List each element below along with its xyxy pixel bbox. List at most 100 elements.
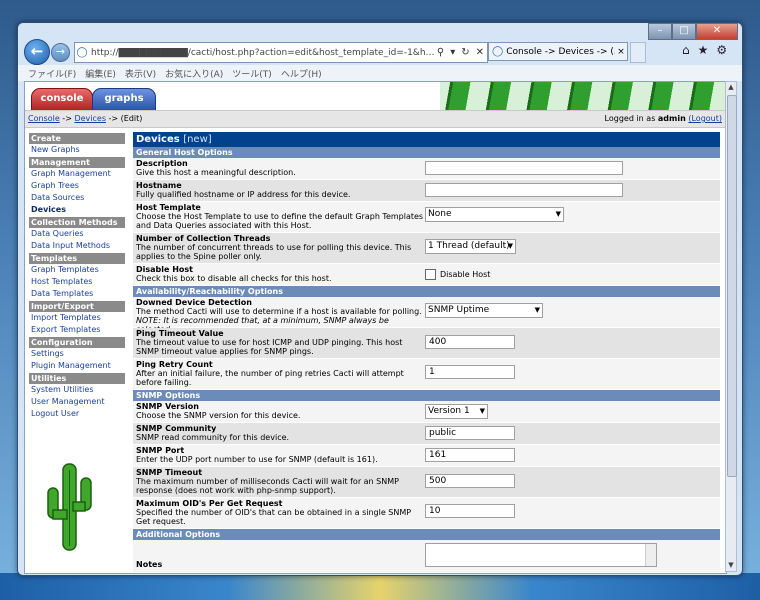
- snmp-timeout-label: SNMP Timeout: [136, 468, 203, 477]
- snmp-version-label: SNMP Version: [136, 402, 199, 411]
- nav-new-graphs[interactable]: New Graphs: [29, 144, 125, 156]
- snmp-port-label: SNMP Port: [136, 446, 185, 455]
- nav-data-queries[interactable]: Data Queries: [29, 228, 125, 240]
- favorites-star-icon[interactable]: ★: [698, 43, 709, 57]
- address-text[interactable]: http://██████████/cacti/host.php?action=…: [89, 48, 434, 58]
- notes-textarea[interactable]: [425, 543, 657, 567]
- browser-window: – □ ✕ ← → ◯ http://██████████/cacti/host…: [17, 22, 743, 576]
- search-icon[interactable]: ⚲: [434, 47, 447, 58]
- tab-close-icon[interactable]: ×: [615, 47, 627, 57]
- nav-graph-trees[interactable]: Graph Trees: [29, 180, 125, 192]
- hostname-input[interactable]: [425, 183, 623, 197]
- max-oids-input[interactable]: 10: [425, 504, 515, 518]
- device-form: Devices [new] General Host Options Descr…: [133, 132, 720, 573]
- downed-detection-select[interactable]: SNMP Uptime ▼: [425, 303, 543, 318]
- notes-scrollbar[interactable]: [645, 544, 656, 566]
- breadcrumb: Console -> Devices -> (Edit) Logged in a…: [25, 110, 726, 128]
- breadcrumb-console[interactable]: Console: [28, 114, 60, 123]
- menu-help[interactable]: ヘルプ(H): [281, 67, 322, 80]
- gear-icon[interactable]: ⚙: [716, 43, 727, 57]
- host-template-select[interactable]: None ▼: [425, 207, 564, 222]
- max-oids-label: Maximum OID's Per Get Request: [136, 499, 283, 508]
- nav-logout-user[interactable]: Logout User: [29, 408, 125, 420]
- browser-tab[interactable]: ◯ Console -> Devices -> (... ×: [488, 42, 628, 61]
- nav-user-management[interactable]: User Management: [29, 396, 125, 408]
- scroll-down-icon[interactable]: ▼: [726, 560, 736, 571]
- menu-file[interactable]: ファイル(F): [28, 67, 76, 80]
- page-scrollbar[interactable]: ▲ ▼: [725, 81, 737, 572]
- logout-link[interactable]: (Logout): [688, 114, 722, 123]
- nav-header-import-export: Import/Export: [29, 301, 125, 312]
- scroll-thumb[interactable]: [727, 95, 737, 477]
- new-tab-button[interactable]: [630, 42, 646, 63]
- refresh-icon[interactable]: ↻: [458, 47, 472, 58]
- nav-export-templates[interactable]: Export Templates: [29, 324, 125, 336]
- chevron-down-icon: ▼: [534, 306, 540, 314]
- threads-select[interactable]: 1 Thread (default) ▼: [425, 239, 516, 254]
- max-oids-help: Specified the number of OID's that can b…: [136, 508, 412, 526]
- login-user: admin: [657, 114, 686, 123]
- nav-system-utilities[interactable]: System Utilities: [29, 384, 125, 396]
- hostname-help: Fully qualified hostname or IP address f…: [136, 190, 351, 199]
- nav-header-utilities: Utilities: [29, 373, 125, 384]
- nav-data-input-methods[interactable]: Data Input Methods: [29, 240, 125, 252]
- snmp-community-label: SNMP Community: [136, 424, 217, 433]
- ping-timeout-input[interactable]: 400: [425, 335, 515, 349]
- nav-host-templates[interactable]: Host Templates: [29, 276, 125, 288]
- tab-console[interactable]: console: [31, 88, 93, 112]
- menu-tools[interactable]: ツール(T): [232, 67, 272, 80]
- back-button[interactable]: ←: [24, 39, 50, 65]
- row-max-oids: Maximum OID's Per Get Request Specified t…: [133, 498, 720, 529]
- nav-devices[interactable]: Devices: [29, 204, 125, 216]
- downed-detection-label: Downed Device Detection: [136, 298, 252, 307]
- disable-host-checkbox[interactable]: [425, 269, 436, 280]
- stop-icon[interactable]: ✕: [473, 47, 487, 58]
- nav-data-sources[interactable]: Data Sources: [29, 192, 125, 204]
- forward-button[interactable]: →: [51, 43, 70, 62]
- disable-host-checkbox-label: Disable Host: [440, 270, 491, 279]
- snmp-port-input[interactable]: 161: [425, 448, 515, 462]
- menu-edit[interactable]: 編集(E): [85, 67, 116, 80]
- nav-plugin-management[interactable]: Plugin Management: [29, 360, 125, 372]
- ping-timeout-label: Ping Timeout Value: [136, 329, 224, 338]
- snmp-timeout-help: The maximum number of milliseconds Cacti…: [136, 477, 399, 495]
- row-snmp-timeout: SNMP Timeout The maximum number of millis…: [133, 467, 720, 498]
- nav-graph-templates[interactable]: Graph Templates: [29, 264, 125, 276]
- tab-page-icon: ◯: [492, 46, 504, 57]
- host-template-help: Choose the Host Template to use to defin…: [136, 212, 424, 230]
- scroll-up-icon[interactable]: ▲: [726, 82, 736, 93]
- description-input[interactable]: [425, 161, 623, 175]
- breadcrumb-devices[interactable]: Devices: [74, 114, 106, 123]
- nav-graph-management[interactable]: Graph Management: [29, 168, 125, 180]
- nav-header-templates: Templates: [29, 253, 125, 264]
- row-disable-host: Disable Host Check this box to disable al…: [133, 264, 720, 286]
- address-bar[interactable]: ◯ http://██████████/cacti/host.php?actio…: [74, 42, 488, 63]
- dropdown-icon[interactable]: ▾: [447, 47, 458, 58]
- section-general: General Host Options: [133, 147, 720, 158]
- menu-view[interactable]: 表示(V): [125, 67, 156, 80]
- form-title-text: Devices: [136, 134, 180, 145]
- page-viewport: console graphs Console -> Devices -> (Ed…: [24, 81, 727, 574]
- breadcrumb-current: -> (Edit): [105, 114, 143, 123]
- snmp-community-input[interactable]: public: [425, 426, 515, 440]
- row-snmp-port: SNMP Port Enter the UDP port number to us…: [133, 445, 720, 467]
- row-snmp-community: SNMP Community SNMP read community for th…: [133, 423, 720, 445]
- menu-favorites[interactable]: お気に入り(A): [165, 67, 223, 80]
- snmp-version-select[interactable]: Version 1 ▼: [425, 404, 488, 419]
- nav-data-templates[interactable]: Data Templates: [29, 288, 125, 300]
- nav-settings[interactable]: Settings: [29, 348, 125, 360]
- nav-import-templates[interactable]: Import Templates: [29, 312, 125, 324]
- tab-graphs[interactable]: graphs: [92, 88, 156, 112]
- snmp-port-help: Enter the UDP port number to use for SNM…: [136, 455, 378, 464]
- ping-retry-input[interactable]: 1: [425, 365, 515, 379]
- chevron-down-icon: ▼: [507, 242, 513, 250]
- snmp-timeout-input[interactable]: 500: [425, 474, 515, 488]
- disable-host-help: Check this box to disable all checks for…: [136, 274, 332, 283]
- row-host-template: Host Template Choose the Host Template to…: [133, 202, 720, 233]
- breadcrumb-sep: ->: [59, 114, 75, 123]
- row-snmp-version: SNMP Version Choose the SNMP version for …: [133, 401, 720, 423]
- home-icon[interactable]: ⌂: [682, 43, 690, 57]
- snmp-version-value: Version 1: [428, 406, 470, 416]
- threads-label: Number of Collection Threads: [136, 234, 271, 243]
- threads-help: The number of concurrent threads to use …: [136, 243, 412, 261]
